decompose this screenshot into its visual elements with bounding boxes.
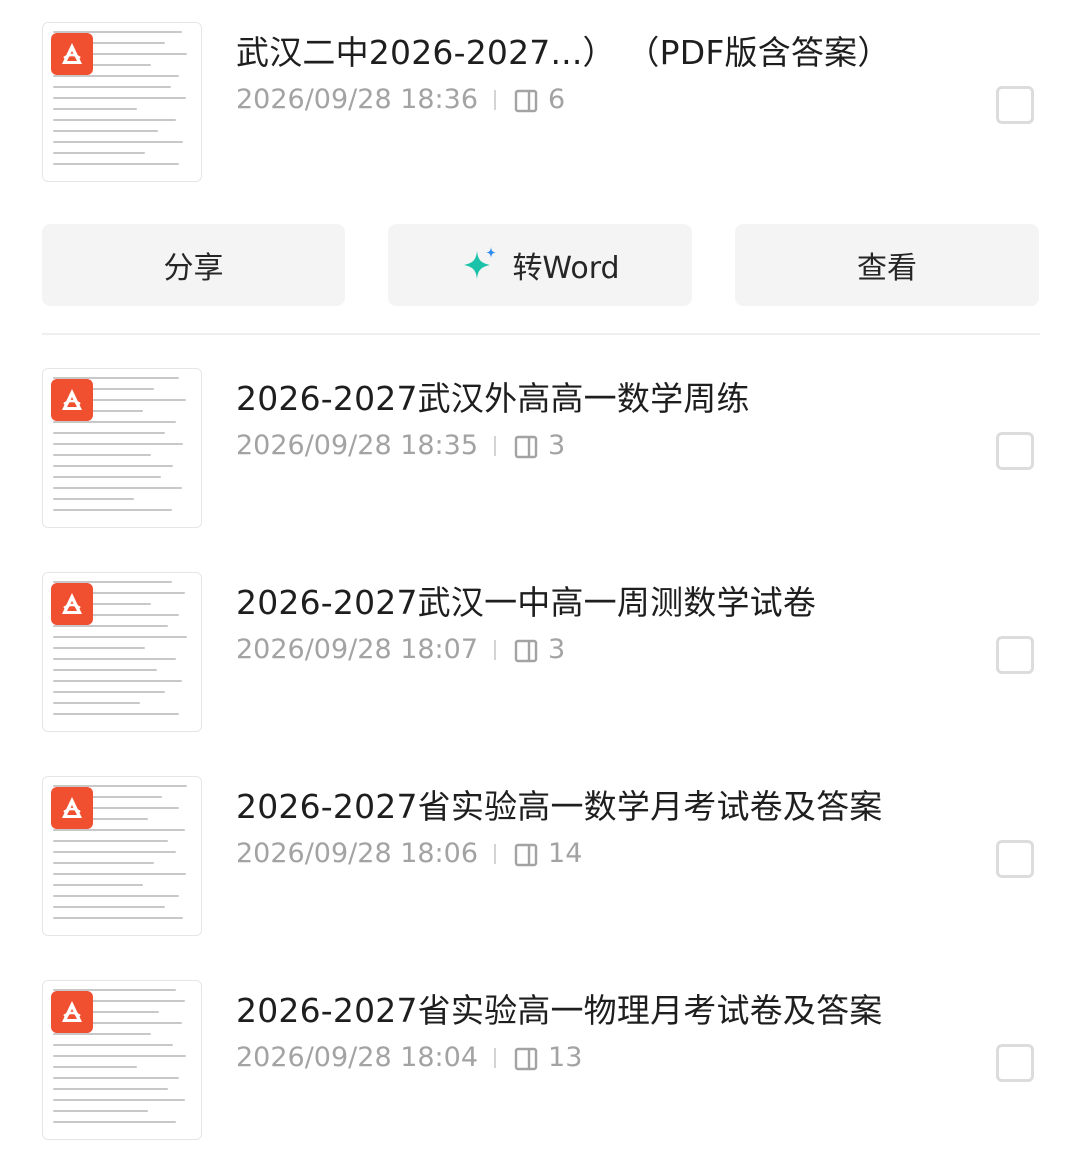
convert-word-label: 转Word [512, 251, 620, 286]
pdf-icon [51, 991, 93, 1033]
file-title: 2026-2027武汉一中高一周测数学试卷 [236, 583, 817, 622]
page-count-icon [514, 1047, 538, 1070]
file-title: 2026-2027省实验高一物理月考试卷及答案 [236, 991, 883, 1030]
file-item[interactable]: 2026-2027省实验高一物理月考试卷及答案 2026/09/28 18:04… [0, 980, 1074, 1158]
page-count-icon [514, 89, 538, 112]
meta-divider [494, 435, 497, 456]
view-label: 查看 [857, 251, 917, 286]
page-count-icon [514, 639, 538, 662]
meta-divider [494, 89, 497, 110]
file-action-bar: 分享 转Word 查看 [0, 224, 1074, 306]
page-count: 13 [548, 1042, 583, 1073]
file-meta: 2026/09/28 18:36 6 [236, 84, 565, 115]
file-date: 2026/09/28 18:04 [236, 1042, 479, 1073]
select-checkbox[interactable] [996, 840, 1034, 878]
meta-divider [494, 1047, 497, 1068]
share-label: 分享 [163, 251, 224, 286]
file-date: 2026/09/28 18:35 [236, 430, 479, 461]
select-checkbox[interactable] [996, 1044, 1034, 1082]
file-title: 2026-2027省实验高一数学月考试卷及答案 [236, 787, 883, 826]
meta-divider [494, 639, 497, 660]
pdf-icon [51, 583, 93, 625]
select-checkbox[interactable] [996, 432, 1034, 470]
file-date: 2026/09/28 18:07 [236, 634, 479, 665]
sparkle-icon [464, 247, 497, 279]
file-item[interactable]: 2026-2027省实验高一数学月考试卷及答案 2026/09/28 18:06… [0, 776, 1074, 956]
file-item[interactable]: 2026-2027武汉外高高一数学周练 2026/09/28 18:35 3 [0, 368, 1074, 548]
pdf-icon [51, 379, 93, 421]
share-button[interactable]: 分享 [42, 224, 345, 306]
page-count-icon [514, 435, 538, 458]
pdf-icon [51, 33, 93, 75]
page-count: 6 [548, 84, 566, 115]
file-date: 2026/09/28 18:06 [236, 838, 479, 869]
file-title: 2026-2027武汉外高高一数学周练 [236, 379, 750, 418]
meta-divider [494, 843, 497, 864]
file-meta: 2026/09/28 18:04 13 [236, 1042, 582, 1073]
file-thumbnail[interactable] [42, 572, 202, 732]
file-meta: 2026/09/28 18:06 14 [236, 838, 582, 869]
page-count: 3 [548, 634, 566, 665]
page-count: 14 [548, 838, 583, 869]
select-checkbox[interactable] [996, 86, 1034, 124]
file-title: 武汉二中2026-2027...） （PDF版含答案） [236, 33, 891, 72]
page-count-icon [514, 843, 538, 866]
pdf-icon [51, 787, 93, 829]
file-item[interactable]: 武汉二中2026-2027...） （PDF版含答案） 2026/09/28 1… [0, 22, 1074, 202]
file-thumbnail[interactable] [42, 22, 202, 182]
page-count: 3 [548, 430, 566, 461]
file-meta: 2026/09/28 18:07 3 [236, 634, 565, 665]
file-thumbnail[interactable] [42, 368, 202, 528]
view-button[interactable]: 查看 [735, 224, 1039, 306]
file-date: 2026/09/28 18:36 [236, 84, 479, 115]
convert-word-button[interactable]: 转Word [388, 224, 692, 306]
file-thumbnail[interactable] [42, 980, 202, 1140]
file-meta: 2026/09/28 18:35 3 [236, 430, 565, 461]
select-checkbox[interactable] [996, 636, 1034, 674]
file-thumbnail[interactable] [42, 776, 202, 936]
file-item[interactable]: 2026-2027武汉一中高一周测数学试卷 2026/09/28 18:07 3 [0, 572, 1074, 752]
section-divider [42, 333, 1040, 335]
